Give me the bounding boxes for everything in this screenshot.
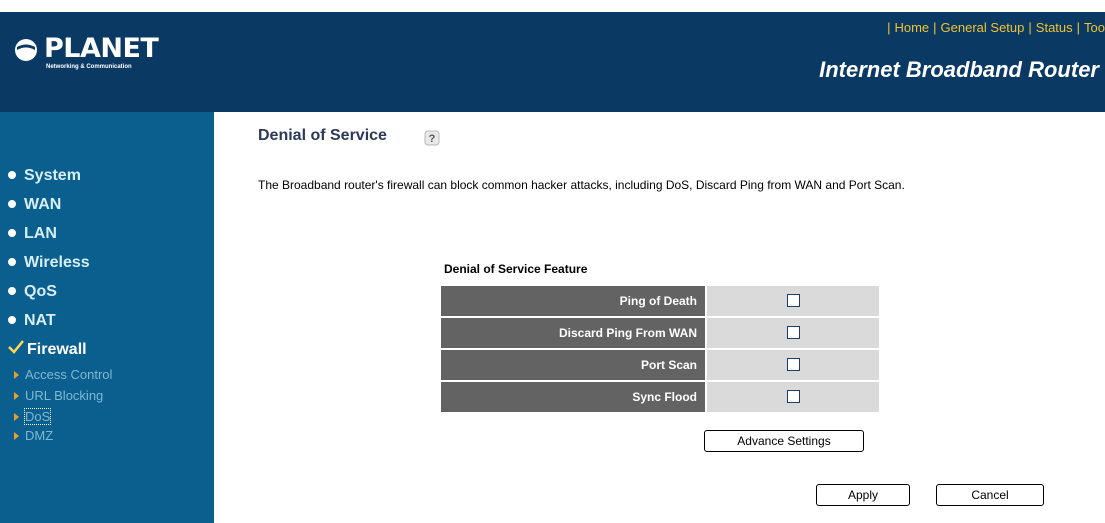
sidebar-item-nat[interactable]: NAT [8,308,56,334]
sidebar-item-label: NAT [24,312,56,329]
bullet-icon [8,229,16,237]
arrow-right-icon [14,371,19,379]
table-row: Ping of Death [441,286,879,316]
sidebar-item-qos[interactable]: QoS [8,279,57,305]
sidebar-item-label: QoS [24,283,57,300]
bullet-icon [8,200,16,208]
nav-tools-link[interactable]: Too [1084,20,1105,35]
nav-status-link[interactable]: Status [1036,20,1073,35]
brand-tagline: Networking & Communication [46,64,132,70]
nav-general-setup-link[interactable]: General Setup [941,20,1025,35]
brand-name: PLANET [44,33,159,64]
sidebar-subitem-dos[interactable]: DoS [14,407,52,427]
sidebar-item-label: Firewall [27,341,87,358]
product-title: Internet Broadband Router [819,57,1099,82]
port-scan-checkbox[interactable] [786,358,800,372]
arrow-right-icon [14,413,19,421]
sidebar-item-label: LAN [24,225,57,242]
feature-label-port-scan: Port Scan [441,350,705,380]
feature-label-sync-flood: Sync Flood [441,382,705,412]
bullet-icon [8,287,16,295]
sync-flood-checkbox[interactable] [786,390,800,404]
feature-heading: Denial of Service Feature [444,262,588,276]
sidebar-item-lan[interactable]: LAN [8,221,57,247]
feature-cell [707,382,879,412]
feature-label-ping-of-death: Ping of Death [441,286,705,316]
planet-logo-mark-icon [15,39,37,61]
discard-ping-checkbox[interactable] [786,326,800,340]
advance-settings-button[interactable]: Advance Settings [704,430,864,452]
help-icon[interactable]: ? [424,130,440,146]
sidebar-subitem-access-control[interactable]: Access Control [14,365,112,385]
nav-home-link[interactable]: Home [894,20,929,35]
table-row: Sync Flood [441,382,879,412]
sidebar-item-label: System [24,167,81,184]
bullet-icon [8,258,16,266]
cancel-button[interactable]: Cancel [936,484,1044,506]
sidebar-item-system[interactable]: System [8,163,81,189]
table-row: Port Scan [441,350,879,380]
page-title: Denial of Service [258,127,387,144]
checkmark-icon [8,337,24,363]
arrow-right-icon [14,392,19,400]
sidebar-subitem-url-blocking[interactable]: URL Blocking [14,386,103,406]
sidebar-subitem-dmz[interactable]: DMZ [14,426,53,446]
svg-text:?: ? [429,133,436,145]
sidebar-item-label: Wireless [24,254,90,271]
sidebar-item-wireless[interactable]: Wireless [8,250,90,276]
sidebar: System WAN LAN Wireless QoS NAT Firewall… [0,112,214,523]
bullet-icon [8,171,16,179]
feature-table: Ping of Death Discard Ping From WAN Port… [439,284,881,414]
ping-of-death-checkbox[interactable] [786,294,800,308]
sidebar-item-wan[interactable]: WAN [8,192,61,218]
feature-cell [707,286,879,316]
sidebar-item-label: WAN [24,196,62,213]
main-content: Denial of Service ? The Broadband router… [214,112,1105,523]
apply-button[interactable]: Apply [816,484,910,506]
feature-cell [707,318,879,348]
sidebar-item-firewall[interactable]: Firewall [8,337,87,363]
bullet-icon [8,316,16,324]
top-nav: | Home | General Setup | Status | Too [887,20,1105,35]
arrow-right-icon [14,432,19,440]
feature-label-discard-ping: Discard Ping From WAN [441,318,705,348]
header: PLANET Networking & Communication | Home |… [0,12,1105,112]
table-row: Discard Ping From WAN [441,318,879,348]
feature-cell [707,350,879,380]
page-description: The Broadband router's firewall can bloc… [258,178,905,192]
